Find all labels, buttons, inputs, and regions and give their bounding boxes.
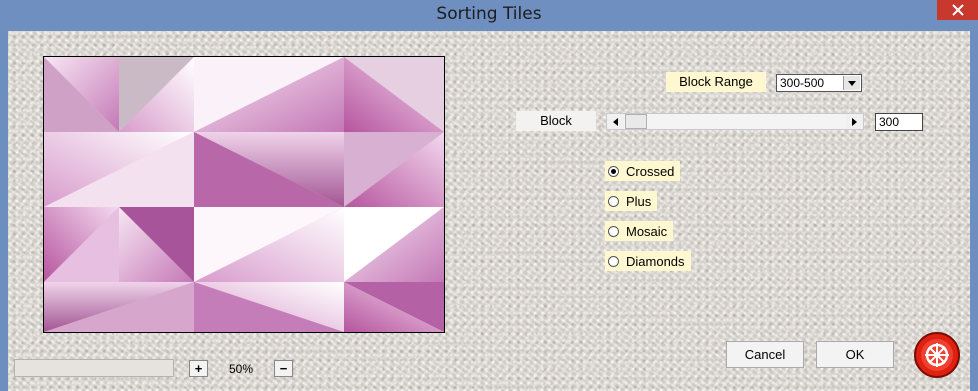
block-slider[interactable] xyxy=(606,113,864,130)
radio-diamonds[interactable]: Diamonds xyxy=(605,251,691,271)
chevron-down-icon[interactable] xyxy=(843,76,860,90)
close-icon xyxy=(951,4,964,16)
ok-button[interactable]: OK xyxy=(816,341,894,368)
radio-label: Mosaic xyxy=(626,223,668,239)
zoom-level: 50% xyxy=(228,362,254,376)
block-label: Block xyxy=(516,111,596,131)
slider-thumb[interactable] xyxy=(625,114,647,129)
arrow-left-icon[interactable] xyxy=(607,114,624,129)
radio-label: Diamonds xyxy=(626,253,685,269)
radio-button[interactable] xyxy=(608,225,619,237)
progress-bar xyxy=(14,359,174,377)
logo-icon[interactable] xyxy=(913,331,961,379)
block-value-field[interactable]: 300 xyxy=(875,113,923,131)
radio-crossed[interactable]: Crossed xyxy=(605,161,681,181)
close-button[interactable] xyxy=(937,0,978,20)
preview-image xyxy=(43,56,445,333)
radio-button[interactable] xyxy=(608,195,619,207)
radio-mosaic[interactable]: Mosaic xyxy=(605,221,674,241)
dialog-body: Block Range 300-500 Block 300 Crossed Pl… xyxy=(8,31,970,391)
radio-label: Crossed xyxy=(626,163,675,179)
block-range-value: 300-500 xyxy=(780,76,825,90)
block-range-select[interactable]: 300-500 xyxy=(776,74,862,92)
radio-plus[interactable]: Plus xyxy=(605,191,658,211)
zoom-in-button[interactable]: + xyxy=(189,360,208,377)
radio-label: Plus xyxy=(626,193,652,209)
title-bar: Sorting Tiles xyxy=(0,0,978,31)
radio-button[interactable] xyxy=(608,165,619,177)
cancel-button[interactable]: Cancel xyxy=(726,341,804,368)
block-range-label: Block Range xyxy=(666,72,766,92)
zoom-out-button[interactable]: − xyxy=(274,360,293,377)
arrow-right-icon[interactable] xyxy=(846,114,863,129)
window-title: Sorting Tiles xyxy=(436,4,542,24)
radio-button[interactable] xyxy=(608,255,619,267)
